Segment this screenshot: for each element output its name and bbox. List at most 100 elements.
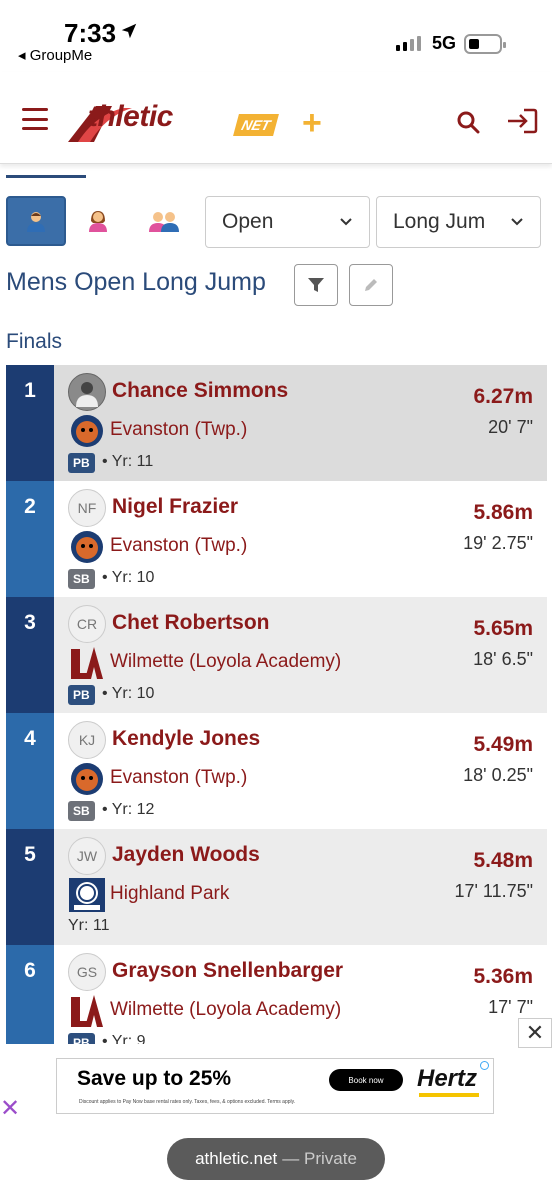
division-select[interactable]: Open: [205, 196, 370, 248]
browser-url-pill[interactable]: athletic.net — Private: [167, 1138, 385, 1180]
back-to-app-link[interactable]: ◂ GroupMe: [18, 46, 92, 64]
rank-number: 2: [6, 481, 54, 597]
women-filter-button[interactable]: [68, 196, 128, 246]
athlete-name[interactable]: Nigel Frazier: [112, 495, 238, 519]
hertz-ad[interactable]: Save up to 25% Discount applies to Pay N…: [56, 1058, 494, 1114]
loyola-academy-logo-icon: [71, 647, 103, 679]
ad-close-button[interactable]: ✕: [518, 1018, 552, 1048]
logo-net-badge: NET: [233, 114, 279, 136]
rank-number: 3: [6, 597, 54, 713]
division-select-value: Open: [222, 210, 274, 233]
result-row[interactable]: 3 CR Chet Robertson Wilmette (Loyola Aca…: [6, 597, 547, 713]
page-title: Mens Open Long Jump: [6, 268, 266, 296]
team-name[interactable]: Wilmette (Loyola Academy): [110, 999, 341, 1021]
sb-badge: SB: [68, 801, 95, 821]
status-time: 7:33: [64, 18, 117, 48]
athlete-initials-avatar[interactable]: JW: [68, 837, 106, 875]
athlete-name[interactable]: Chet Robertson: [112, 611, 270, 635]
male-icon: [27, 212, 45, 232]
ad-book-now-button[interactable]: Book now: [329, 1069, 403, 1091]
edit-button[interactable]: [349, 264, 393, 306]
battery-icon: [464, 34, 506, 54]
result-row[interactable]: 4 KJ Kendyle Jones Evanston (Twp.) SB • …: [6, 713, 547, 829]
result-mark[interactable]: 6.27m: [473, 385, 533, 409]
result-mark[interactable]: 5.86m: [473, 501, 533, 525]
logo-plus: +: [302, 104, 322, 142]
result-mark[interactable]: 5.36m: [473, 965, 533, 989]
athlete-year: • Yr: 11: [102, 453, 154, 470]
female-icon: [89, 211, 107, 232]
athlete-name[interactable]: Kendyle Jones: [112, 727, 260, 751]
team-name[interactable]: Highland Park: [110, 883, 229, 905]
evanston-wildkits-logo-icon: [71, 763, 103, 795]
athlete-initials-avatar[interactable]: KJ: [68, 721, 106, 759]
loyola-academy-logo-icon: [71, 995, 103, 1027]
result-row[interactable]: 5 JW Jayden Woods Highland Park Yr: 11 5…: [6, 829, 547, 945]
event-select[interactable]: Long Jum: [376, 196, 541, 248]
logo-text: thletic: [88, 100, 173, 133]
event-select-value: Long Jum: [393, 210, 486, 233]
ad-info-icon[interactable]: [480, 1061, 489, 1070]
rank-number: 4: [6, 713, 54, 829]
pb-badge: PB: [68, 453, 95, 473]
ad-brand-underline: [419, 1093, 479, 1097]
ad-brand-logo: Hertz: [417, 1065, 478, 1092]
athlete-photo[interactable]: [68, 373, 106, 411]
result-conversion: 18' 0.25": [463, 765, 533, 785]
athlete-initials-avatar[interactable]: NF: [68, 489, 106, 527]
rank-number: 1: [6, 365, 54, 481]
filter-button[interactable]: [294, 264, 338, 306]
active-tab-indicator: [6, 175, 86, 178]
team-name[interactable]: Wilmette (Loyola Academy): [110, 651, 341, 673]
ad-headline: Save up to 25%: [77, 1067, 232, 1090]
result-conversion: 18' 6.5": [473, 649, 533, 669]
status-bar: 7:33 ◂ GroupMe 5G: [0, 0, 552, 72]
chevron-down-icon: [511, 218, 523, 226]
athlete-photo-icon: [76, 382, 98, 407]
rank-number: 5: [6, 829, 54, 945]
result-conversion: 17' 7": [488, 997, 533, 1017]
athlete-name[interactable]: Chance Simmons: [112, 379, 288, 403]
result-conversion: 17' 11.75": [454, 881, 533, 901]
login-icon[interactable]: [506, 108, 538, 134]
result-row[interactable]: 2 NF Nigel Frazier Evanston (Twp.) SB • …: [6, 481, 547, 597]
evanston-wildkits-logo-icon: [71, 531, 103, 563]
location-arrow-icon: [121, 23, 137, 39]
pb-badge: PB: [68, 685, 95, 705]
result-mark[interactable]: 5.65m: [473, 617, 533, 641]
sb-badge: SB: [68, 569, 95, 589]
result-conversion: 20' 7": [488, 417, 533, 437]
ad-fine-print: Discount applies to Pay Now base rental …: [79, 1099, 296, 1105]
app-header: thletic NET +: [0, 72, 552, 164]
filter-icon: [308, 278, 324, 292]
athlete-year: Yr: 11: [68, 917, 110, 934]
url-text: athletic.net: [195, 1149, 278, 1168]
men-filter-button[interactable]: [6, 196, 66, 246]
athlete-initials-avatar[interactable]: GS: [68, 953, 106, 991]
highland-park-logo-icon: [69, 878, 105, 912]
athlete-year: • Yr: 10: [102, 685, 155, 702]
search-icon[interactable]: [456, 110, 480, 134]
team-name[interactable]: Evanston (Twp.): [110, 535, 247, 557]
result-mark[interactable]: 5.49m: [473, 733, 533, 757]
ad-choices-icon[interactable]: ✕: [0, 1094, 20, 1123]
result-conversion: 19' 2.75": [463, 533, 533, 553]
athlete-name[interactable]: Jayden Woods: [112, 843, 260, 867]
result-row[interactable]: 1 Chance Simmons Evanston (Twp.) PB • Yr…: [6, 365, 547, 481]
athlete-year: • Yr: 12: [102, 801, 155, 818]
team-name[interactable]: Evanston (Twp.): [110, 767, 247, 789]
section-finals-label: Finals: [6, 330, 63, 353]
results-list: 1 Chance Simmons Evanston (Twp.) PB • Yr…: [6, 365, 547, 1061]
menu-icon[interactable]: [22, 108, 48, 130]
athlete-name[interactable]: Grayson Snellenbarger: [112, 959, 343, 983]
combined-filter-button[interactable]: [134, 196, 194, 246]
athlete-initials-avatar[interactable]: CR: [68, 605, 106, 643]
group-icon: [149, 212, 179, 232]
athlete-year: • Yr: 10: [102, 569, 155, 586]
pencil-icon: [365, 279, 377, 291]
result-mark[interactable]: 5.48m: [473, 849, 533, 873]
chevron-down-icon: [340, 218, 352, 226]
network-label: 5G: [432, 33, 457, 53]
signal-icon: [396, 36, 421, 51]
team-name[interactable]: Evanston (Twp.): [110, 419, 247, 441]
